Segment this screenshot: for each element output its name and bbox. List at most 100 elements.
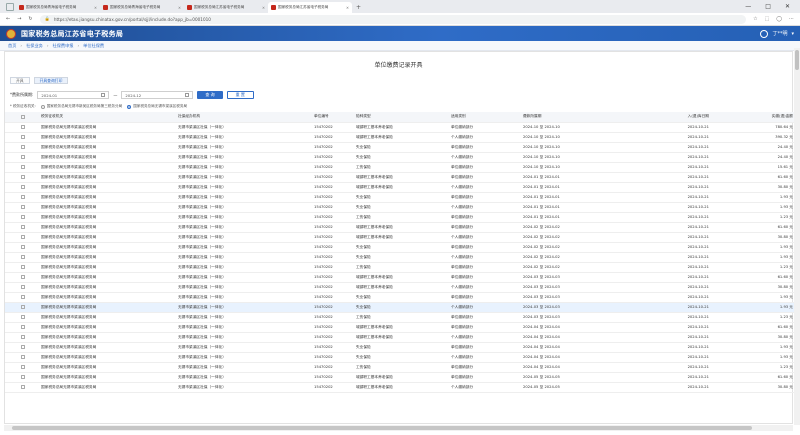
browser-tab[interactable]: 国家税务总局江苏省电子税务局 ✕: [268, 2, 352, 13]
url-field[interactable]: 🔒 https://etax.jiangsu.chinatax.gov.cn/p…: [39, 14, 747, 24]
close-tab-icon[interactable]: ✕: [346, 6, 349, 10]
table-row[interactable]: 国家税务总局无锡市梁溪区税务局 无锡市梁溪区社保（一体化） 15470202 城镇职工…: [5, 372, 797, 383]
table-cell: 无锡市梁溪区社保（一体化）: [178, 362, 314, 373]
row-checkbox[interactable]: [20, 274, 26, 280]
table-cell: 2024-10-21: [618, 132, 713, 143]
table-row[interactable]: 国家税务总局无锡市梁溪区税务局 无锡市梁溪区社保（一体化） 15470202 失业保险…: [5, 252, 797, 263]
table-row[interactable]: 国家税务总局无锡市梁溪区税务局 无锡市梁溪区社保（一体化） 15470202 城镇职工…: [5, 232, 797, 243]
breadcrumb-declare[interactable]: 社保费申报: [53, 43, 74, 49]
close-tab-icon[interactable]: ✕: [94, 6, 97, 10]
table-row[interactable]: 国家税务总局无锡市梁溪区税务局 无锡市梁溪区社保（一体化） 15470202 城镇职工…: [5, 122, 797, 133]
end-period-input[interactable]: 2024-12: [121, 91, 194, 99]
table-row[interactable]: 国家税务总局无锡市梁溪区税务局 无锡市梁溪区社保（一体化） 15470202 失业保险…: [5, 192, 797, 203]
table-cell: 2024-10-21: [618, 292, 713, 303]
table-row[interactable]: 国家税务总局无锡市梁溪区税务局 无锡市梁溪区社保（一体化） 15470202 失业保险…: [5, 242, 797, 253]
row-checkbox[interactable]: [20, 124, 26, 130]
close-tab-icon[interactable]: ✕: [178, 6, 181, 10]
row-checkbox[interactable]: [20, 184, 26, 190]
agency-radio-1[interactable]: 国家税务总局无锡市新吴区税务局第三税务分局: [40, 104, 122, 109]
row-checkbox[interactable]: [20, 314, 26, 320]
minimize-icon[interactable]: —: [745, 3, 751, 10]
table-row[interactable]: 国家税务总局无锡市梁溪区税务局 无锡市梁溪区社保（一体化） 15470202 工伤保险…: [5, 162, 797, 173]
row-checkbox[interactable]: [20, 204, 26, 210]
table-row[interactable]: 国家税务总局无锡市梁溪区税务局 无锡市梁溪区社保（一体化） 15470202 失业保险…: [5, 302, 797, 313]
row-checkbox[interactable]: [20, 264, 26, 270]
table-row[interactable]: 国家税务总局无锡市梁溪区税务局 无锡市梁溪区社保（一体化） 15470202 城镇职工…: [5, 222, 797, 233]
row-checkbox[interactable]: [20, 154, 26, 160]
reload-icon[interactable]: ↻: [28, 16, 32, 22]
row-checkbox[interactable]: [20, 224, 26, 230]
row-checkbox[interactable]: [20, 354, 26, 360]
profile-icon[interactable]: ◯: [776, 16, 782, 22]
row-checkbox[interactable]: [20, 244, 26, 250]
table-row[interactable]: 国家税务总局无锡市梁溪区税务局 无锡市梁溪区社保（一体化） 15470202 失业保险…: [5, 142, 797, 153]
col-header: 实缴(退)金额: [713, 112, 797, 123]
breadcrumb-social[interactable]: 社保业务: [26, 43, 43, 49]
table-row[interactable]: 国家税务总局无锡市梁溪区税务局 无锡市梁溪区社保（一体化） 15470202 失业保险…: [5, 292, 797, 303]
table-row[interactable]: 国家税务总局无锡市梁溪区税务局 无锡市梁溪区社保（一体化） 15470202 失业保险…: [5, 202, 797, 213]
row-checkbox[interactable]: [20, 254, 26, 260]
select-all-checkbox[interactable]: [20, 114, 26, 119]
table-row[interactable]: 国家税务总局无锡市梁溪区税务局 无锡市梁溪区社保（一体化） 15470202 城镇职工…: [5, 332, 797, 343]
tab-issue-query[interactable]: 开具查询打印: [33, 77, 69, 84]
table-row[interactable]: 国家税务总局无锡市梁溪区税务局 无锡市梁溪区社保（一体化） 15470202 失业保险…: [5, 152, 797, 163]
row-checkbox[interactable]: [20, 134, 26, 140]
reset-button[interactable]: 重 置: [226, 91, 254, 99]
table-row[interactable]: 国家税务总局无锡市梁溪区税务局 无锡市梁溪区社保（一体化） 15470202 失业保险…: [5, 352, 797, 363]
close-window-icon[interactable]: ✕: [785, 3, 790, 10]
user-menu[interactable]: 丁**明 ▾: [760, 29, 794, 38]
row-checkbox[interactable]: [20, 304, 26, 310]
search-button[interactable]: 查 询: [197, 91, 223, 99]
table-row[interactable]: 国家税务总局无锡市梁溪区税务局 无锡市梁溪区社保（一体化） 15470202 城镇职工…: [5, 172, 797, 183]
row-checkbox[interactable]: [20, 344, 26, 350]
row-checkbox[interactable]: [20, 164, 26, 170]
vertical-scrollbar[interactable]: [794, 48, 800, 425]
row-checkbox[interactable]: [20, 234, 26, 240]
row-checkbox[interactable]: [20, 174, 26, 180]
row-checkbox[interactable]: [20, 324, 26, 330]
row-checkbox[interactable]: [20, 284, 26, 290]
horizontal-scrollbar[interactable]: [4, 425, 793, 431]
row-checkbox[interactable]: [20, 334, 26, 340]
browser-tab[interactable]: 国家税务总局青海省电子税务局 ✕: [16, 2, 100, 13]
close-tab-icon[interactable]: ✕: [262, 6, 265, 10]
table-row[interactable]: 国家税务总局无锡市梁溪区税务局 无锡市梁溪区社保（一体化） 15470202 城镇职工…: [5, 282, 797, 293]
row-checkbox[interactable]: [20, 294, 26, 300]
table-cell: 单位缴纳部分: [451, 222, 523, 233]
table-cell: 个人缴纳部分: [451, 252, 523, 263]
row-checkbox[interactable]: [20, 194, 26, 200]
col-header: 入(退)库日期: [618, 112, 713, 123]
start-period-input[interactable]: 2024-01: [37, 91, 110, 99]
forward-icon[interactable]: →: [17, 16, 21, 22]
table-row[interactable]: 国家税务总局无锡市梁溪区税务局 无锡市梁溪区社保（一体化） 15470202 城镇职工…: [5, 382, 797, 393]
window-menu-icon[interactable]: [6, 3, 14, 11]
star-icon[interactable]: ☆: [753, 16, 757, 22]
browser-tab[interactable]: 国家税务总局青海省电子税务局 ✕: [100, 2, 184, 13]
row-checkbox[interactable]: [20, 364, 26, 370]
table-row[interactable]: 国家税务总局无锡市梁溪区税务局 无锡市梁溪区社保（一体化） 15470202 工伤保险…: [5, 262, 797, 273]
row-checkbox[interactable]: [20, 384, 26, 390]
more-icon[interactable]: ⋯: [789, 16, 794, 22]
row-checkbox[interactable]: [20, 374, 26, 380]
extensions-icon[interactable]: ⬚: [765, 16, 770, 22]
row-checkbox[interactable]: [20, 214, 26, 220]
table-row[interactable]: 国家税务总局无锡市梁溪区税务局 无锡市梁溪区社保（一体化） 15470202 城镇职工…: [5, 182, 797, 193]
table-row[interactable]: 国家税务总局无锡市梁溪区税务局 无锡市梁溪区社保（一体化） 15470202 工伤保险…: [5, 212, 797, 223]
table-row[interactable]: 国家税务总局无锡市梁溪区税务局 无锡市梁溪区社保（一体化） 15470202 工伤保险…: [5, 312, 797, 323]
browser-tab[interactable]: 国家税务总局江苏省电子税务局 ✕: [184, 2, 268, 13]
table-row[interactable]: 国家税务总局无锡市梁溪区税务局 无锡市梁溪区社保（一体化） 15470202 城镇职工…: [5, 132, 797, 143]
table-row[interactable]: 国家税务总局无锡市梁溪区税务局 无锡市梁溪区社保（一体化） 15470202 城镇职工…: [5, 272, 797, 283]
table-row[interactable]: 国家税务总局无锡市梁溪区税务局 无锡市梁溪区社保（一体化） 15470202 城镇职工…: [5, 322, 797, 333]
table-row[interactable]: 国家税务总局无锡市梁溪区税务局 无锡市梁溪区社保（一体化） 15470202 失业保险…: [5, 342, 797, 353]
back-icon[interactable]: ←: [6, 16, 10, 22]
table-cell: 无锡市梁溪区社保（一体化）: [178, 212, 314, 223]
tab-issue[interactable]: 开具: [10, 77, 30, 84]
breadcrumb-home[interactable]: 首页: [8, 43, 16, 49]
table-cell: 无锡市梁溪区社保（一体化）: [178, 252, 314, 263]
maximize-icon[interactable]: □: [765, 3, 771, 10]
row-checkbox[interactable]: [20, 144, 26, 150]
table-row[interactable]: 国家税务总局无锡市梁溪区税务局 无锡市梁溪区社保（一体化） 15470202 工伤保险…: [5, 362, 797, 373]
new-tab-icon[interactable]: +: [356, 4, 361, 11]
table-cell: 2024-10-21: [618, 332, 713, 343]
agency-radio-2[interactable]: 国家税务总局无锡市梁溪区税务局: [127, 104, 187, 109]
